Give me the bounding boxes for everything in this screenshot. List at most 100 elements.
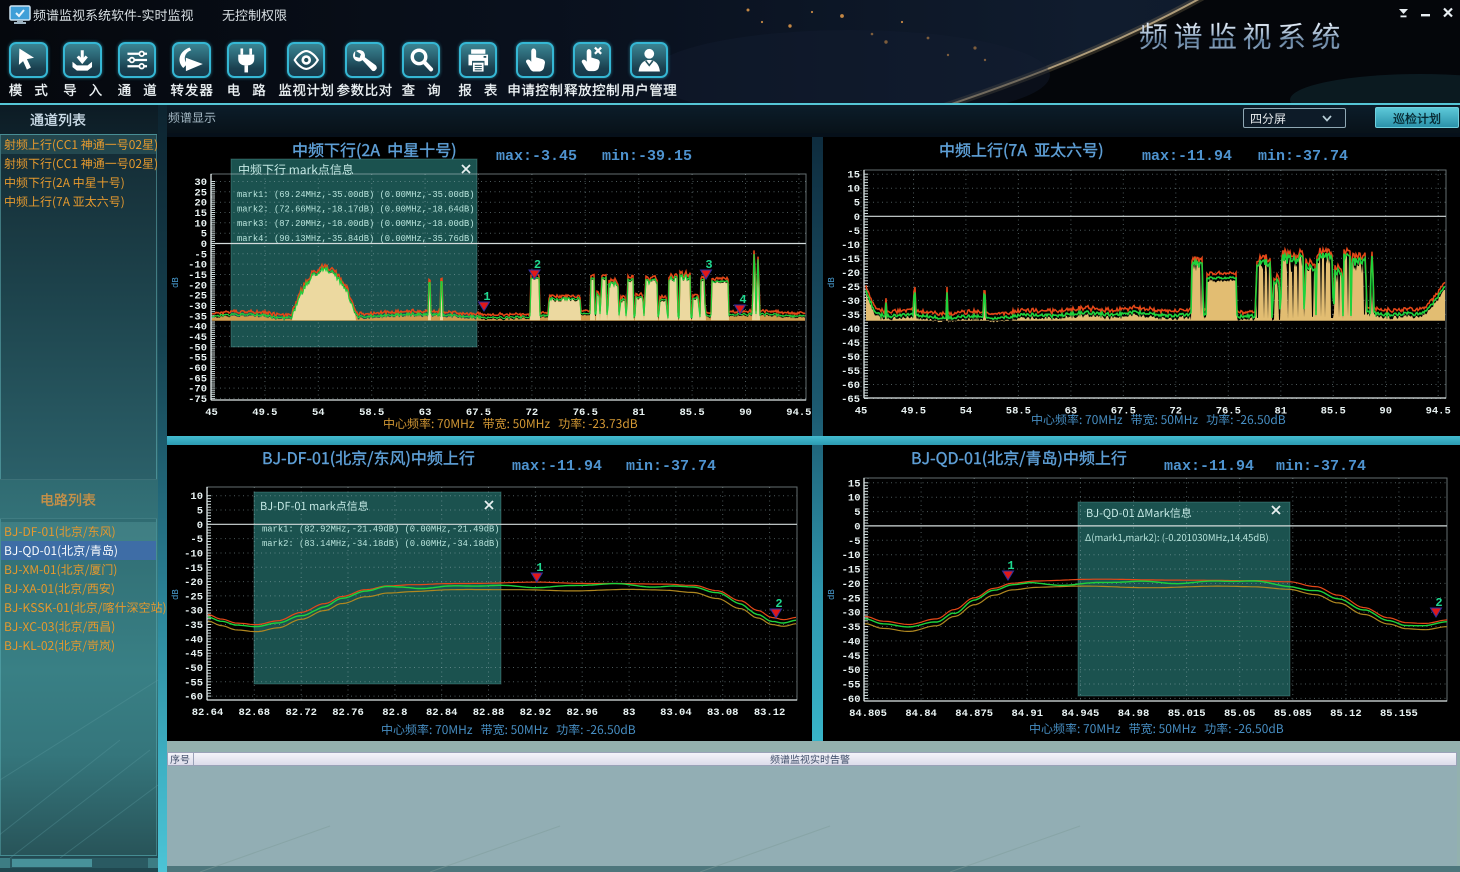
svg-text:83.08: 83.08 xyxy=(707,707,739,719)
svg-text:mark2: (72.66MHz,-18.17dB) (0.: mark2: (72.66MHz,-18.17dB) (0.00MHz,-18.… xyxy=(237,205,475,215)
svg-text:-35: -35 xyxy=(841,310,860,322)
svg-text:84.945: 84.945 xyxy=(1061,708,1099,720)
svg-text:-50: -50 xyxy=(842,665,861,677)
svg-text:-55: -55 xyxy=(842,680,861,692)
svg-text:82.64: 82.64 xyxy=(192,707,224,719)
svg-text:82.92: 82.92 xyxy=(520,707,552,719)
svg-text:-25: -25 xyxy=(184,591,203,603)
svg-text:-65: -65 xyxy=(841,394,860,406)
svg-text:82.68: 82.68 xyxy=(239,707,271,719)
svg-text:-30: -30 xyxy=(842,608,861,620)
svg-text:-45: -45 xyxy=(841,338,860,350)
svg-text:-5: -5 xyxy=(190,534,203,546)
svg-text:76.5: 76.5 xyxy=(1216,406,1241,418)
svg-text:-75: -75 xyxy=(188,394,207,406)
svg-text:82.8: 82.8 xyxy=(382,707,407,719)
svg-text:85.5: 85.5 xyxy=(679,407,704,419)
svg-text:1: 1 xyxy=(483,290,490,304)
svg-text:-60: -60 xyxy=(184,692,203,704)
svg-text:4: 4 xyxy=(739,293,746,307)
svg-text:max:-11.94: max:-11.94 xyxy=(1164,458,1254,475)
svg-text:-5: -5 xyxy=(847,226,860,238)
svg-text:83.12: 83.12 xyxy=(754,707,786,719)
svg-text:84.98: 84.98 xyxy=(1118,708,1150,720)
svg-text:-20: -20 xyxy=(841,268,860,280)
svg-text:2: 2 xyxy=(1435,596,1442,610)
svg-text:2: 2 xyxy=(534,258,541,272)
svg-text:-40: -40 xyxy=(184,634,203,646)
svg-text:max:-3.45: max:-3.45 xyxy=(496,148,577,165)
svg-text:45: 45 xyxy=(205,407,218,419)
svg-text:-50: -50 xyxy=(184,663,203,675)
svg-text:mark1: (82.92MHz,-21.49dB) (0.: mark1: (82.92MHz,-21.49dB) (0.00MHz,-21.… xyxy=(262,525,500,535)
svg-text:-55: -55 xyxy=(184,677,203,689)
svg-text:85.5: 85.5 xyxy=(1321,406,1346,418)
svg-text:5: 5 xyxy=(854,507,860,519)
svg-text:-55: -55 xyxy=(841,366,860,378)
svg-text:1: 1 xyxy=(1007,559,1014,573)
svg-text:82.84: 82.84 xyxy=(426,707,458,719)
svg-text:5: 5 xyxy=(854,198,860,210)
svg-text:76.5: 76.5 xyxy=(573,407,598,419)
svg-text:mark3: (87.20MHz,-18.00dB) (0.: mark3: (87.20MHz,-18.00dB) (0.00MHz,-18.… xyxy=(237,219,475,229)
svg-text:90: 90 xyxy=(739,407,752,419)
svg-text:63: 63 xyxy=(419,407,432,419)
svg-text:84.875: 84.875 xyxy=(955,708,993,720)
svg-text:-45: -45 xyxy=(842,651,861,663)
svg-text:-35: -35 xyxy=(842,622,861,634)
svg-text:dB: dB xyxy=(827,589,837,600)
svg-text:max:-11.94: max:-11.94 xyxy=(512,458,602,475)
svg-text:-15: -15 xyxy=(842,565,861,577)
svg-text:67.5: 67.5 xyxy=(1111,406,1136,418)
svg-text:-60: -60 xyxy=(841,380,860,392)
svg-text:85.015: 85.015 xyxy=(1168,708,1206,720)
svg-text:3: 3 xyxy=(705,258,712,272)
svg-text:82.72: 82.72 xyxy=(285,707,317,719)
svg-text:84.84: 84.84 xyxy=(905,708,937,720)
svg-text:94.5: 94.5 xyxy=(786,407,811,419)
svg-text:81: 81 xyxy=(632,407,645,419)
svg-text:82.96: 82.96 xyxy=(566,707,598,719)
svg-text:-50: -50 xyxy=(841,352,860,364)
svg-text:54: 54 xyxy=(312,407,325,419)
svg-text:72: 72 xyxy=(1169,406,1182,418)
svg-text:-10: -10 xyxy=(842,550,861,562)
svg-text:-25: -25 xyxy=(841,282,860,294)
svg-text:-5: -5 xyxy=(848,536,861,548)
svg-text:85.12: 85.12 xyxy=(1330,708,1362,720)
svg-text:-10: -10 xyxy=(184,549,203,561)
svg-text:-35: -35 xyxy=(184,620,203,632)
svg-text:85.085: 85.085 xyxy=(1274,708,1312,720)
svg-text:mark4: (90.13MHz,-35.84dB) (0.: mark4: (90.13MHz,-35.84dB) (0.00MHz,-35.… xyxy=(237,234,475,244)
svg-text:15: 15 xyxy=(847,170,860,182)
svg-text:-30: -30 xyxy=(184,606,203,618)
svg-text:-20: -20 xyxy=(184,577,203,589)
svg-text:45: 45 xyxy=(855,406,868,418)
svg-text:58.5: 58.5 xyxy=(1006,406,1031,418)
svg-text:83.04: 83.04 xyxy=(660,707,692,719)
svg-text:49.5: 49.5 xyxy=(901,406,926,418)
svg-text:49.5: 49.5 xyxy=(252,407,277,419)
svg-text:-15: -15 xyxy=(841,254,860,266)
svg-text:mark2: (83.14MHz,-34.18dB) (0.: mark2: (83.14MHz,-34.18dB) (0.00MHz,-34.… xyxy=(262,539,500,549)
svg-text:0: 0 xyxy=(854,212,860,224)
svg-text:-10: -10 xyxy=(841,240,860,252)
svg-text:81: 81 xyxy=(1274,406,1287,418)
svg-text:min:-37.74: min:-37.74 xyxy=(1276,458,1366,475)
svg-text:-45: -45 xyxy=(184,649,203,661)
svg-text:dB: dB xyxy=(827,277,837,288)
svg-text:0: 0 xyxy=(197,520,203,532)
svg-text:2: 2 xyxy=(775,597,782,611)
svg-text:-60: -60 xyxy=(842,694,861,706)
svg-text:72: 72 xyxy=(526,407,539,419)
svg-text:dB: dB xyxy=(171,277,181,288)
svg-text:-15: -15 xyxy=(184,563,203,575)
svg-text:94.5: 94.5 xyxy=(1426,406,1451,418)
svg-text:82.88: 82.88 xyxy=(473,707,505,719)
svg-text:min:-39.15: min:-39.15 xyxy=(602,148,692,165)
svg-text:83: 83 xyxy=(623,707,636,719)
svg-text:67.5: 67.5 xyxy=(466,407,491,419)
svg-text:58.5: 58.5 xyxy=(359,407,384,419)
svg-text:85.05: 85.05 xyxy=(1224,708,1256,720)
svg-text:10: 10 xyxy=(848,493,861,505)
